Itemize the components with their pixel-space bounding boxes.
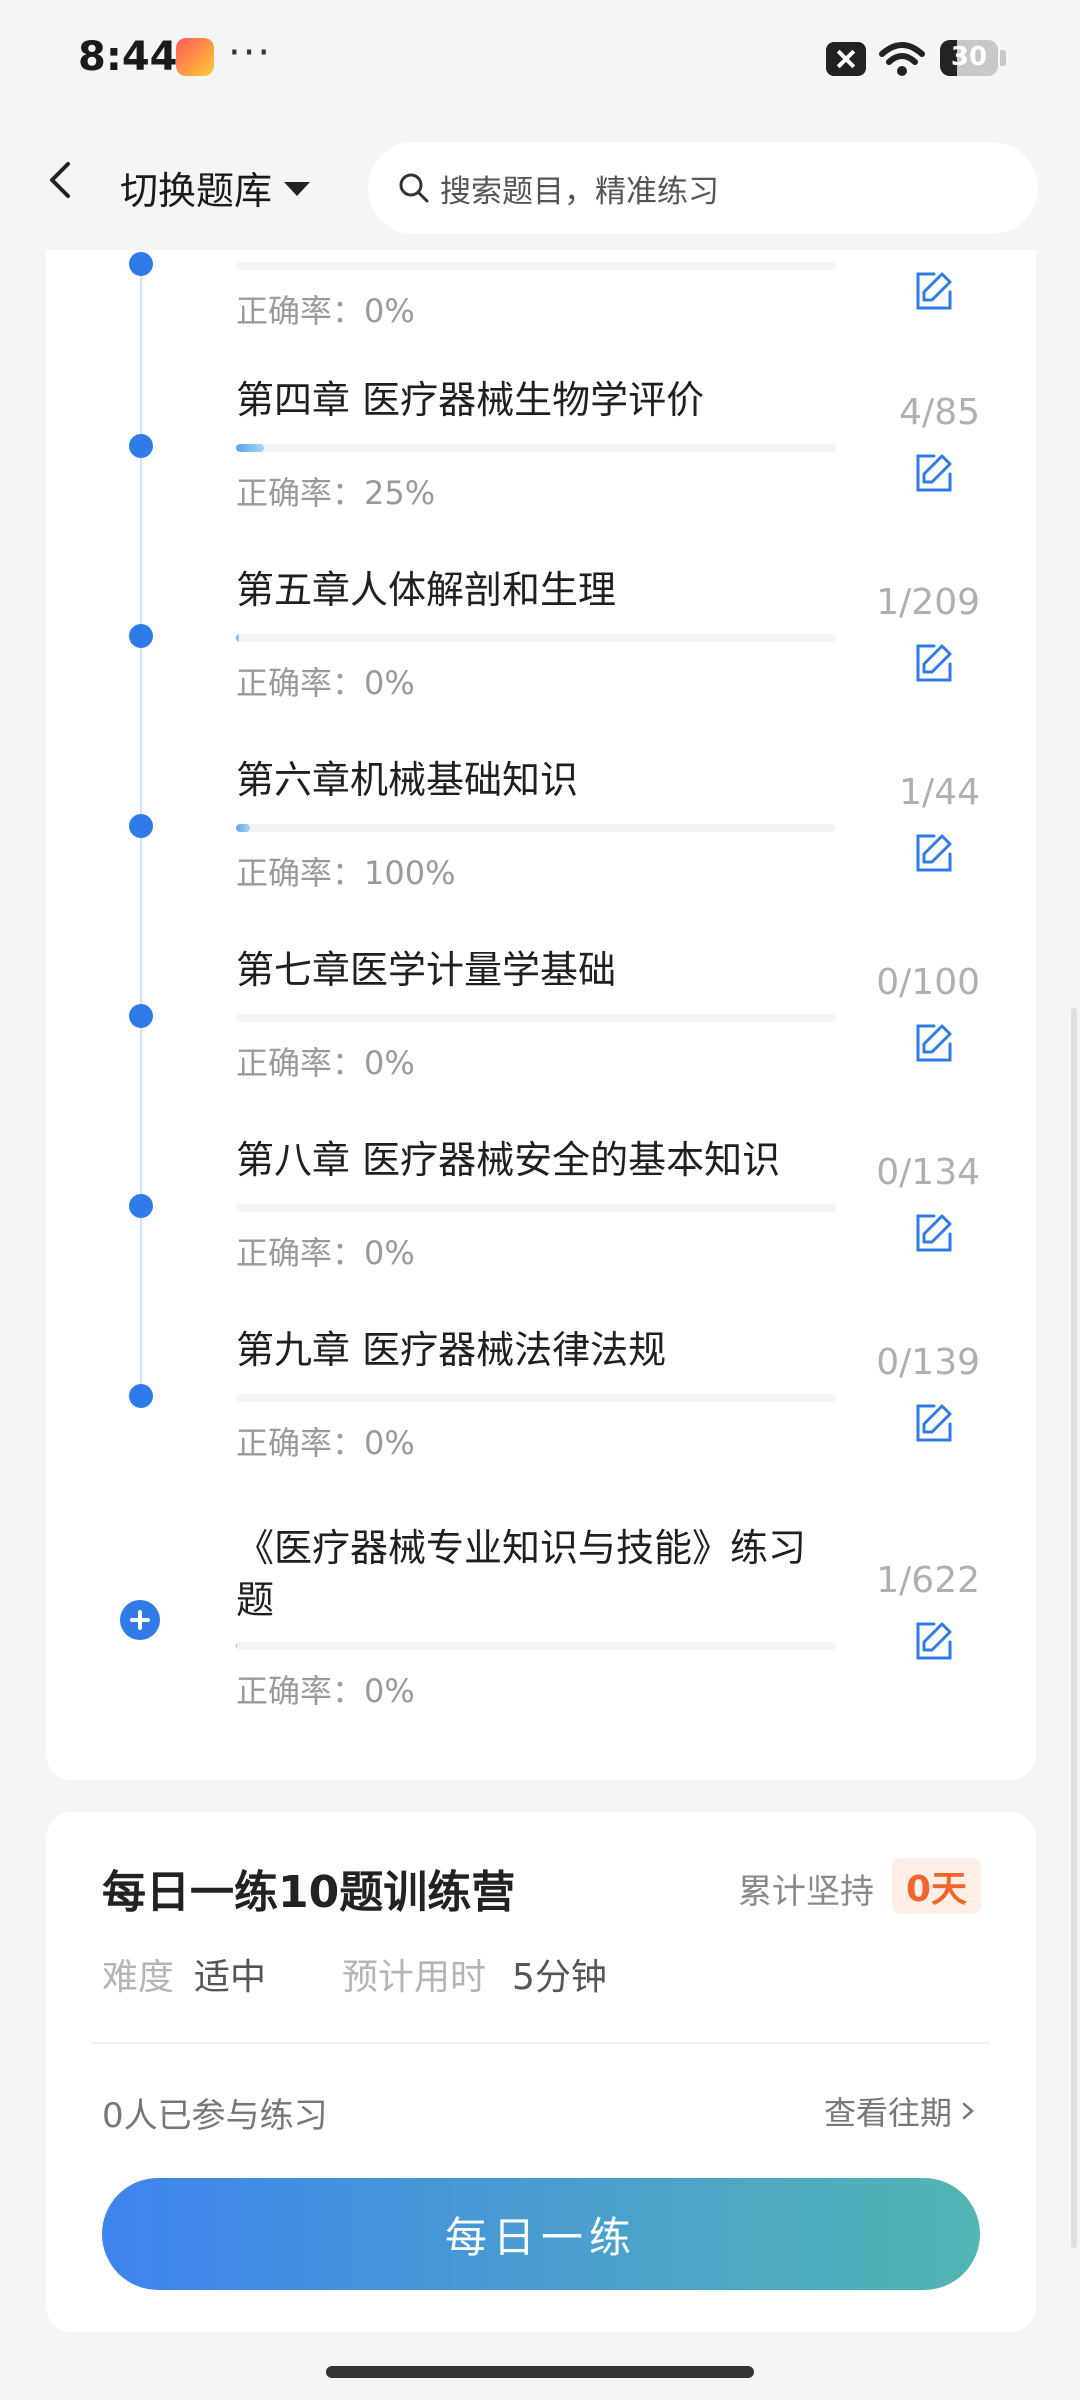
back-arrow-icon[interactable] xyxy=(40,158,84,202)
chapter-accuracy: 正确率：0% xyxy=(236,1044,415,1082)
app-notification-icon xyxy=(176,38,214,76)
chapter-progress-track xyxy=(236,1014,836,1022)
scrollbar[interactable] xyxy=(1071,1008,1077,2248)
chapter-accuracy: 正确率：0% xyxy=(236,664,415,702)
daily-practice-button[interactable]: 每日一练 xyxy=(102,2178,980,2290)
chapter-accuracy: 正确率：0% xyxy=(236,1234,415,1272)
edit-icon[interactable] xyxy=(912,1210,956,1254)
chapter-progress-track xyxy=(236,444,836,452)
edit-icon[interactable] xyxy=(912,830,956,874)
chapter-accuracy: 正确率：100% xyxy=(236,854,456,892)
mobile-signal-off-icon xyxy=(826,42,866,76)
timeline-dot-icon xyxy=(129,434,153,458)
status-time: 8:44 xyxy=(78,34,178,80)
top-header: 切换题库 搜索题目，精准练习 xyxy=(0,120,1080,250)
edit-icon[interactable] xyxy=(912,450,956,494)
status-bar: 8:44 ··· 30 xyxy=(0,0,1080,120)
chapter-title: 第八章 医疗器械安全的基本知识 xyxy=(236,1138,781,1182)
chapter-accuracy: 正确率：0% xyxy=(236,1672,415,1710)
chevron-right-icon xyxy=(962,2102,974,2120)
edit-icon[interactable] xyxy=(912,1618,956,1662)
chapter-progress-track xyxy=(236,1394,836,1402)
chapter-progress-count: 4/85 xyxy=(899,392,980,433)
timeline-dot-icon xyxy=(129,1194,153,1218)
chapter-progress-track xyxy=(236,1204,836,1212)
expand-plus-icon[interactable] xyxy=(120,1600,160,1640)
difficulty-value: 适中 xyxy=(194,1957,267,1998)
camp-title: 每日一练10题训练营 xyxy=(102,1867,516,1918)
chapter-progress-track xyxy=(236,824,836,832)
timeline-dot-icon xyxy=(129,252,153,276)
chapter-title: 第四章 医疗器械生物学评价 xyxy=(236,378,705,422)
participants-count: 0人已参与练习 xyxy=(102,2096,328,2136)
view-history-label: 查看往期 xyxy=(823,2094,952,2132)
time-label: 预计用时 xyxy=(342,1957,487,1998)
chapter-title: 第七章医学计量学基础 xyxy=(236,948,617,992)
edit-icon[interactable] xyxy=(912,640,956,684)
search-icon xyxy=(399,173,429,203)
home-indicator[interactable] xyxy=(326,2366,754,2378)
chapter-progress-count: 1/209 xyxy=(876,582,980,623)
chapter-progress-track xyxy=(236,262,836,270)
persist-days-badge: 0天 xyxy=(892,1858,982,1914)
timeline-dot-icon xyxy=(129,1004,153,1028)
chapter-progress-count: 1/44 xyxy=(899,772,980,813)
chapter-accuracy: 正确率：25% xyxy=(236,474,436,512)
edit-icon[interactable] xyxy=(912,268,956,312)
search-input[interactable]: 搜索题目，精准练习 xyxy=(368,142,1038,234)
battery-icon: 30 xyxy=(940,40,998,76)
chapter-title: 第五章人体解剖和生理 xyxy=(236,568,617,612)
more-notifications-icon: ··· xyxy=(228,30,273,76)
battery-tip xyxy=(1000,50,1006,66)
chapter-title: 《医疗器械专业知识与技能》练习题 xyxy=(236,1526,807,1622)
difficulty-label: 难度 xyxy=(102,1957,175,1998)
edit-icon[interactable] xyxy=(912,1020,956,1064)
battery-level: 30 xyxy=(950,42,988,72)
switch-bank-label: 切换题库 xyxy=(120,169,273,213)
chapter-progress-track xyxy=(236,634,836,642)
chapter-accuracy: 正确率：0% xyxy=(236,1424,415,1462)
search-placeholder: 搜索题目，精准练习 xyxy=(440,173,719,210)
edit-icon[interactable] xyxy=(912,1400,956,1444)
chapter-accuracy: 正确率：0% xyxy=(236,292,415,330)
wifi-icon xyxy=(879,42,925,76)
switch-bank-dropdown[interactable]: 切换题库 xyxy=(120,160,311,215)
chapter-progress-count: 1/622 xyxy=(876,1560,980,1601)
time-value: 5分钟 xyxy=(512,1957,607,1998)
chapter-title: 第九章 医疗器械法律法规 xyxy=(236,1328,667,1372)
chapter-title: 第六章机械基础知识 xyxy=(236,758,579,802)
chapter-progress-count: 0/100 xyxy=(876,962,980,1003)
chapter-progress-count: 0/139 xyxy=(876,1342,980,1383)
persist-label: 累计坚持 xyxy=(738,1872,874,1912)
chapter-progress-count: 0/134 xyxy=(876,1152,980,1193)
timeline-dot-icon xyxy=(129,1384,153,1408)
timeline-dot-icon xyxy=(129,624,153,648)
view-history-link[interactable]: 查看往期 xyxy=(824,2088,978,2134)
daily-practice-card: 每日一练10题训练营 累计坚持 0天 难度 适中 预计用时 5分钟 0人已参与练… xyxy=(46,1812,1036,2332)
chapter-progress-track xyxy=(236,1642,836,1650)
caret-down-icon xyxy=(284,181,311,196)
timeline-dot-icon xyxy=(129,814,153,838)
divider xyxy=(92,2042,990,2044)
